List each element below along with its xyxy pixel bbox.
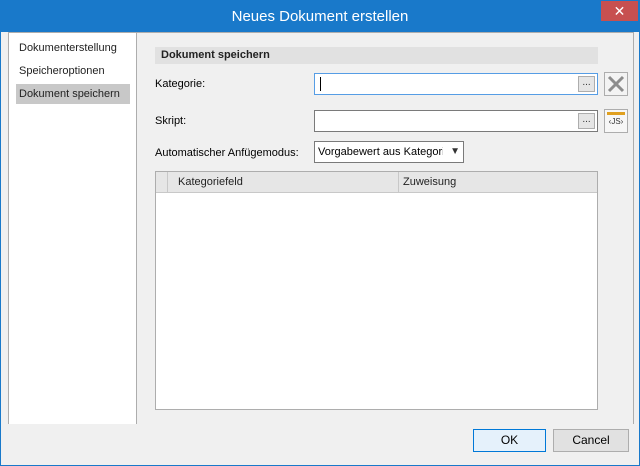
sidebar-item-label: Dokument speichern [19, 88, 120, 100]
sidebar: Dokumenterstellung Speicheroptionen Doku… [9, 33, 137, 424]
append-mode-value: Vorgabewert aus Kategorie [318, 146, 443, 158]
js-icon-text: ‹JS› [608, 117, 624, 126]
main-panel: Dokument speichern Kategorie: ... Skript… [137, 33, 633, 424]
clear-kategorie-button[interactable] [604, 72, 628, 96]
kategorie-browse-button[interactable]: ... [578, 76, 595, 92]
kategorie-field[interactable]: ... [314, 73, 598, 95]
sidebar-item-dokument-speichern[interactable]: Dokument speichern [16, 84, 130, 104]
dialog-window: Neues Dokument erstellen ✕ Dokumenterste… [0, 0, 640, 466]
sidebar-item-label: Speicheroptionen [19, 65, 105, 77]
skript-browse-button[interactable]: ... [578, 113, 595, 129]
delete-x-icon [607, 75, 625, 93]
ok-button[interactable]: OK [473, 429, 546, 452]
title-bar[interactable]: Neues Dokument erstellen ✕ [1, 1, 639, 32]
cancel-button[interactable]: Cancel [553, 429, 629, 452]
row-header-cell [156, 172, 168, 192]
mapping-table[interactable]: Kategoriefeld Zuweisung [155, 171, 598, 410]
close-button[interactable]: ✕ [601, 1, 638, 21]
dialog-content: Dokumenterstellung Speicheroptionen Doku… [8, 32, 634, 425]
window-title: Neues Dokument erstellen [231, 8, 409, 25]
sidebar-item-speicheroptionen[interactable]: Speicheroptionen [16, 61, 130, 81]
text-caret [320, 77, 321, 91]
column-header-kategoriefeld[interactable]: Kategoriefeld [178, 172, 398, 192]
js-script-button[interactable]: ‹JS› [604, 109, 628, 133]
skript-field[interactable]: ... [314, 110, 598, 132]
kategorie-label: Kategorie: [155, 78, 206, 90]
table-header: Kategoriefeld Zuweisung [156, 172, 597, 193]
close-icon: ✕ [613, 3, 626, 19]
sidebar-item-label: Dokumenterstellung [19, 42, 117, 54]
column-header-zuweisung[interactable]: Zuweisung [398, 172, 597, 192]
sidebar-item-dokumenterstellung[interactable]: Dokumenterstellung [16, 38, 130, 58]
javascript-icon: ‹JS› [607, 112, 625, 130]
skript-label: Skript: [155, 115, 187, 127]
chevron-down-icon: ▼ [450, 146, 460, 157]
append-mode-label: Automatischer Anfügemodus: [155, 147, 299, 159]
append-mode-select[interactable]: Vorgabewert aus Kategorie ▼ [314, 141, 464, 163]
section-title: Dokument speichern [155, 47, 598, 64]
dialog-footer: OK Cancel [1, 424, 639, 465]
